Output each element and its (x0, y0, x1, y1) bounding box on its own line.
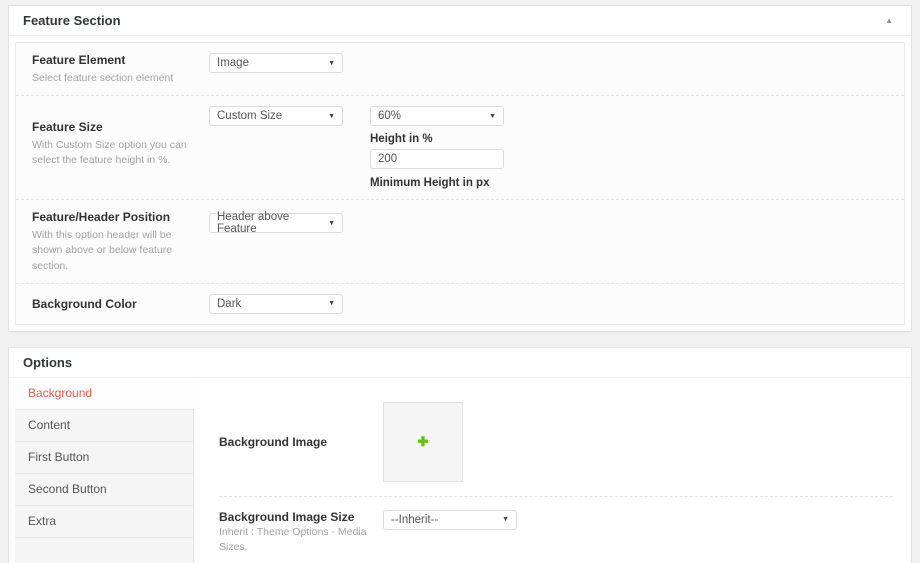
feature-element-row: Feature Element Select feature section e… (16, 43, 904, 96)
feature-element-desc: Select feature section element (32, 72, 173, 84)
feature-section-header: Feature Section ▲ (9, 6, 911, 36)
height-percent-select[interactable]: 60% ▼ (370, 106, 504, 126)
chevron-down-icon: ▼ (328, 113, 335, 120)
feature-size-labelblock: Feature Size With Custom Size option you… (32, 106, 209, 189)
background-image-size-label: Background Image Size (219, 510, 369, 524)
background-image-row: Background Image ✚ (219, 378, 893, 497)
options-body: Background Content First Button Second B… (15, 378, 905, 563)
feature-header-position-row: Feature/Header Position With this option… (16, 200, 904, 284)
background-color-label: Background Color (32, 297, 195, 311)
tab-first-button[interactable]: First Button (15, 442, 194, 474)
feature-size-row: Feature Size With Custom Size option you… (16, 96, 904, 200)
background-image-label: Background Image (219, 435, 369, 449)
background-color-select-value: Dark (217, 298, 241, 310)
feature-element-label: Feature Element (32, 53, 195, 67)
background-image-size-select[interactable]: --Inherit-- ▼ (383, 510, 517, 530)
options-tabs: Background Content First Button Second B… (15, 378, 194, 563)
chevron-down-icon: ▼ (489, 113, 496, 120)
tabs-filler (15, 538, 194, 563)
chevron-down-icon: ▼ (328, 300, 335, 307)
feature-element-select-value: Image (217, 57, 249, 69)
background-image-size-row: Background Image Size Inherit : Theme Op… (219, 497, 893, 563)
feature-header-position-select[interactable]: Header above Feature ▼ (209, 213, 343, 233)
feature-header-position-labelblock: Feature/Header Position With this option… (32, 210, 209, 273)
background-image-size-labelblock: Background Image Size Inherit : Theme Op… (219, 510, 383, 554)
options-header: Options (9, 348, 911, 378)
options-tab-content: Background Image ✚ Background Image Size… (194, 378, 905, 563)
feature-element-select[interactable]: Image ▼ (209, 53, 343, 73)
feature-section-fields: Feature Element Select feature section e… (15, 42, 905, 325)
background-image-size-desc: Inherit : Theme Options - Media Sizes. (219, 526, 366, 553)
feature-header-position-select-value: Header above Feature (217, 211, 324, 235)
tab-second-button[interactable]: Second Button (15, 474, 194, 506)
feature-size-label: Feature Size (32, 120, 195, 134)
feature-size-desc: With Custom Size option you can select t… (32, 139, 187, 166)
feature-element-labelblock: Feature Element Select feature section e… (32, 53, 209, 85)
tab-content[interactable]: Content (15, 410, 194, 442)
feature-size-height-column: 60% ▼ Height in % Minimum Height in px (370, 106, 504, 189)
feature-size-select-value: Custom Size (217, 110, 282, 122)
chevron-down-icon: ▼ (502, 516, 509, 523)
background-color-select[interactable]: Dark ▼ (209, 294, 343, 314)
feature-size-select[interactable]: Custom Size ▼ (209, 106, 343, 126)
collapse-toggle-icon[interactable]: ▲ (881, 16, 897, 25)
feature-header-position-label: Feature/Header Position (32, 210, 195, 224)
min-height-input[interactable] (370, 149, 504, 169)
background-image-size-select-value: --Inherit-- (391, 514, 438, 526)
feature-section-metabox: Feature Section ▲ Feature Element Select… (8, 5, 912, 332)
chevron-down-icon: ▼ (328, 60, 335, 67)
options-title: Options (23, 355, 72, 370)
background-color-labelblock: Background Color (32, 297, 209, 311)
background-image-upload[interactable]: ✚ (383, 402, 463, 482)
tab-extra[interactable]: Extra (15, 506, 194, 538)
feature-header-position-desc: With this option header will be shown ab… (32, 229, 172, 271)
chevron-down-icon: ▼ (328, 220, 335, 227)
height-percent-label: Height in % (370, 133, 504, 145)
height-percent-select-value: 60% (378, 110, 401, 122)
background-image-labelblock: Background Image (219, 435, 383, 449)
background-color-row: Background Color Dark ▼ (16, 284, 904, 324)
add-image-icon: ✚ (418, 434, 429, 450)
min-height-label: Minimum Height in px (370, 177, 504, 189)
feature-section-title: Feature Section (23, 13, 121, 28)
options-metabox: Options Background Content First Button … (8, 347, 912, 563)
tab-background[interactable]: Background (15, 378, 194, 410)
